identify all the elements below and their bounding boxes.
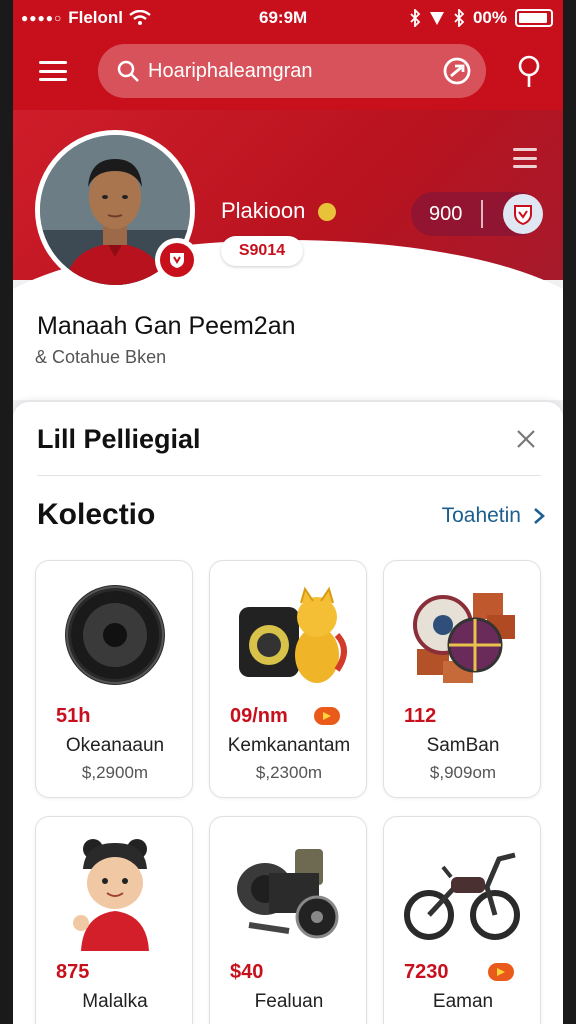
divider (481, 200, 483, 228)
player-name: Plakioon (221, 198, 336, 224)
app-screen: ●●●●○ Flelonl 69:9M 00% Hoariphaleamgran… (13, 0, 563, 1024)
clock: 69:9M (259, 8, 308, 27)
menu-icon[interactable] (39, 58, 67, 84)
battery-icon (515, 9, 553, 27)
product-price: 112 (404, 705, 437, 727)
carrier-label: Flelonl (68, 8, 124, 27)
options-menu-icon[interactable] (513, 148, 537, 168)
status-bar: ●●●●○ Flelonl 69:9M 00% (13, 0, 563, 36)
product-price: $40 (230, 961, 264, 983)
search-input[interactable] (148, 59, 418, 83)
score-badge: S9014 (221, 236, 303, 266)
location-pin-icon[interactable] (515, 54, 543, 90)
search-bar[interactable] (98, 44, 486, 98)
product-card[interactable]: 51h Okeanaaun $,2900m (35, 560, 193, 798)
speaker-icon (65, 585, 165, 685)
product-price: 09/nm (230, 705, 288, 727)
wifi-icon (129, 10, 151, 25)
product-name: Okeanaaun (65, 735, 165, 756)
product-name: Fealuan (254, 991, 324, 1012)
full-name: Manaah Gan Peem2an (37, 312, 296, 340)
offer-badge-icon (488, 963, 514, 981)
view-all-link[interactable]: Toahetin (442, 504, 545, 528)
collection-title: Kolectio (37, 498, 156, 531)
product-name: Kemkanantam (227, 735, 351, 756)
sheet-title: Lill Pelliegial (37, 424, 201, 454)
cannon-icon (237, 849, 339, 939)
product-subprice: $,909om (429, 763, 497, 782)
battery-percent: 00% (472, 8, 507, 27)
team-badge-icon (155, 238, 199, 282)
shield-icon[interactable] (503, 194, 543, 234)
avatar-figure-icon (73, 839, 149, 951)
signal-dots-icon: ●●●●○ (21, 11, 63, 25)
trophy-icon (317, 203, 336, 222)
product-card[interactable]: 7230 Eaman (383, 816, 541, 1024)
cat-radio-icon (239, 586, 347, 683)
product-name: Malalka (82, 991, 148, 1012)
bluetooth-icon (410, 9, 421, 27)
product-price: 875 (56, 961, 90, 983)
divider (37, 475, 541, 476)
product-card[interactable]: $40 Fealuan (209, 816, 367, 1024)
product-name: Eaman (432, 991, 494, 1012)
view-all-label: Toahetin (441, 504, 521, 527)
product-subprice: $,2900m (81, 763, 149, 782)
top-bar (13, 36, 563, 110)
profile-subtitle: & Cotahue Bken (35, 347, 167, 367)
product-name: SamBan (426, 735, 500, 756)
coins-value: 900 (429, 202, 463, 225)
product-card[interactable]: 875 Malalka (35, 816, 193, 1024)
search-icon (117, 60, 139, 82)
product-price: 7230 (404, 961, 449, 983)
collection-sheet: Lill Pelliegial Kolectio Toahetin 51h Ok… (13, 402, 563, 1024)
coins-balance[interactable]: 900 (411, 192, 543, 236)
close-icon[interactable] (515, 428, 537, 450)
product-price: 51h (56, 705, 91, 727)
wheel-items-icon (413, 593, 515, 683)
product-card[interactable]: 09/nm Kemkanantam $,2300m (209, 560, 367, 798)
camera-icon[interactable] (442, 56, 472, 86)
bluetooth-icon (454, 9, 465, 27)
offer-badge-icon (314, 707, 340, 725)
location-arrow-icon (429, 12, 444, 25)
motorbike-icon (404, 852, 520, 940)
chevron-right-icon (534, 508, 545, 524)
product-subprice: $,2300m (255, 763, 323, 782)
product-card[interactable]: 112 SamBan $,909om (383, 560, 541, 798)
